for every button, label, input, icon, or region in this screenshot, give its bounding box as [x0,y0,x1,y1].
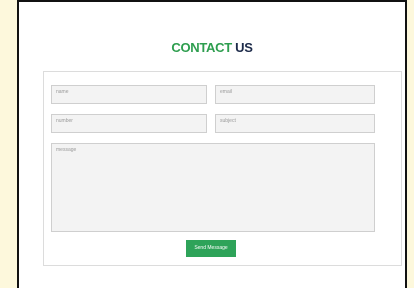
email-input[interactable]: email [215,85,375,104]
name-input[interactable]: name [51,85,207,104]
contact-page: CONTACT US name email number subject mes… [19,2,405,288]
message-textarea[interactable]: message [51,143,375,232]
message-placeholder: message [56,147,77,153]
subject-input[interactable]: subject [215,114,375,133]
subject-placeholder: subject [220,118,236,124]
send-message-button[interactable]: Send Message [186,240,236,257]
number-placeholder: number [56,118,73,124]
page-title: CONTACT US [19,40,405,55]
title-us: US [235,40,253,55]
contact-form-card: name email number subject message [43,71,402,266]
number-input[interactable]: number [51,114,207,133]
name-placeholder: name [56,89,69,95]
email-placeholder: email [220,89,232,95]
title-contact: CONTACT [171,40,232,55]
